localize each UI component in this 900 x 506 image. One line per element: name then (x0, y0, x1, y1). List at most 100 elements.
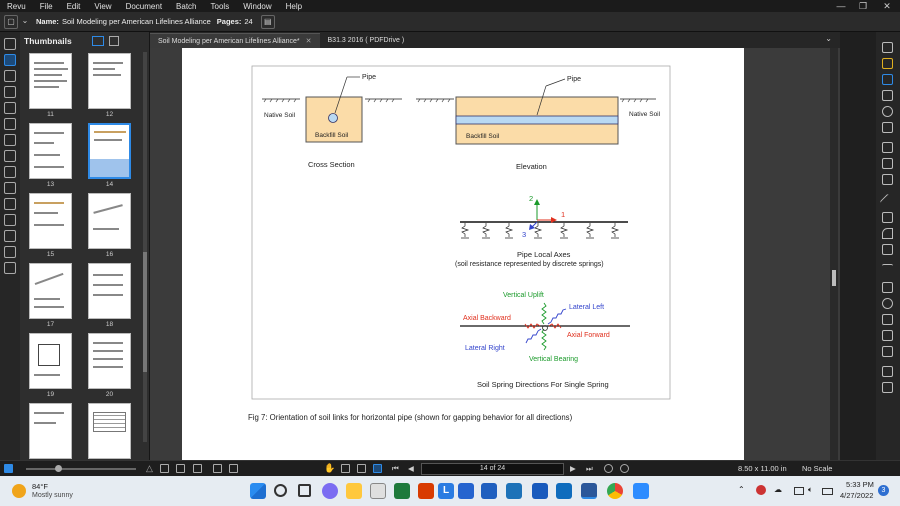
highlight-tool-icon[interactable] (882, 58, 893, 69)
thumbnail-size-icon[interactable] (91, 36, 104, 46)
ellipse-tool-icon[interactable] (882, 298, 893, 309)
menu-tools[interactable]: Tools (204, 2, 237, 11)
stamp-tool-icon[interactable] (882, 90, 893, 101)
lync-icon[interactable]: L (438, 483, 454, 499)
close-tab-icon[interactable]: ✕ (306, 38, 312, 45)
zoom-app-icon[interactable] (633, 483, 649, 499)
image-tool-icon[interactable] (882, 158, 893, 169)
tray-app-icon[interactable] (756, 485, 766, 495)
erase-tool-icon[interactable] (882, 330, 893, 341)
thumbnail-page-22[interactable] (88, 403, 131, 459)
pages-panel-icon[interactable] (4, 54, 16, 66)
outlook-icon[interactable] (556, 483, 572, 499)
chrome-icon[interactable] (607, 483, 623, 499)
thumbnail-page-19[interactable] (29, 333, 72, 389)
settings-icon[interactable] (4, 150, 16, 162)
signatures-icon[interactable] (4, 198, 16, 210)
weather-temperature[interactable]: 84°F (32, 482, 48, 491)
next-page-button[interactable]: ▶ (570, 464, 576, 473)
display-icon[interactable] (794, 487, 804, 495)
battery-icon[interactable] (822, 488, 833, 495)
weather-condition[interactable]: Mostly sunny (32, 492, 73, 499)
pen-tool-icon[interactable] (882, 74, 893, 85)
zoom-tool-icon[interactable] (373, 464, 382, 473)
powerautomate-icon[interactable] (481, 483, 497, 499)
text-box-tool-icon[interactable] (882, 42, 893, 53)
toolchest-icon[interactable] (4, 102, 16, 114)
speaker-icon[interactable]: 🔈︎ (808, 485, 813, 495)
page-indicator[interactable]: 14 of 24 (421, 463, 564, 475)
back-view-icon[interactable] (604, 464, 613, 473)
thumbnail-page-11[interactable] (29, 53, 72, 109)
excel-icon[interactable] (394, 483, 410, 499)
side-by-side-icon[interactable] (193, 464, 202, 473)
sets-icon[interactable] (4, 262, 16, 274)
lasso-tool-icon[interactable] (882, 142, 893, 153)
search-icon[interactable] (4, 246, 16, 258)
continuous-icon[interactable] (176, 464, 185, 473)
snapshot-tool-icon[interactable] (882, 174, 893, 185)
todo-icon[interactable] (458, 483, 474, 499)
document-scrollbar[interactable] (830, 48, 838, 460)
thumbnail-size-slider[interactable] (26, 468, 136, 470)
onenote-icon[interactable] (506, 483, 522, 499)
file-access-icon[interactable] (4, 230, 16, 242)
properties-icon[interactable] (4, 118, 16, 130)
windows-start-icon[interactable] (250, 483, 266, 499)
menu-file[interactable]: File (33, 2, 60, 11)
line-tool-icon[interactable] (879, 193, 896, 210)
split-vertical-icon[interactable] (213, 464, 222, 473)
document-name[interactable]: Soil Modeling per American Lifelines All… (62, 17, 211, 26)
thumbnail-page-14[interactable] (88, 123, 131, 179)
thumbnail-size-slider-knob[interactable] (55, 465, 62, 472)
tray-cloud-icon[interactable]: ☁ (774, 485, 782, 494)
table-tool-icon[interactable] (882, 366, 893, 377)
chevron-down-icon[interactable]: ⌄ (20, 15, 30, 29)
cloud-tool-icon[interactable] (882, 106, 893, 117)
tab-soil-modeling[interactable]: Soil Modeling per American Lifelines All… (150, 33, 320, 48)
office-icon[interactable] (418, 483, 434, 499)
menu-document[interactable]: Document (119, 2, 169, 11)
split-horizontal-icon[interactable] (229, 464, 238, 473)
triangle-icon[interactable]: △ (146, 464, 155, 473)
measurements-icon[interactable] (4, 166, 16, 178)
measure-tool-icon[interactable] (882, 346, 893, 357)
first-page-button[interactable]: ⏮ (392, 464, 399, 474)
links-icon[interactable] (4, 214, 16, 226)
search-icon[interactable] (274, 484, 287, 497)
clock-date[interactable]: 4/27/2022 (840, 491, 873, 500)
task-view-icon[interactable] (298, 484, 311, 497)
forward-view-icon[interactable] (620, 464, 629, 473)
thumbnail-page-15[interactable] (29, 193, 72, 249)
chat-icon[interactable] (322, 483, 338, 499)
store-icon[interactable] (370, 483, 386, 499)
arc-tool-icon[interactable] (882, 228, 893, 239)
list-view-icon[interactable] (4, 464, 13, 473)
prev-page-button[interactable]: ◀ (408, 464, 414, 473)
notification-badge[interactable]: 3 (878, 485, 889, 496)
thumbnail-page-12[interactable] (88, 53, 131, 109)
tray-chevron-up-icon[interactable]: ⌃ (738, 485, 745, 494)
polygon-tool-icon[interactable] (882, 314, 893, 325)
minimize-button[interactable]: — (830, 0, 852, 12)
polyline-tool-icon[interactable] (882, 244, 893, 255)
thumbnail-page-20[interactable] (88, 333, 131, 389)
thumbnail-page-18[interactable] (88, 263, 131, 319)
menu-help[interactable]: Help (279, 2, 309, 11)
thumbnail-page-21[interactable] (29, 403, 72, 459)
pan-tool-icon[interactable]: ✋ (324, 464, 335, 473)
document-icon[interactable]: ▢ (4, 14, 18, 29)
thumbnail-options-icon[interactable] (108, 36, 119, 46)
tab-overflow-icon[interactable]: ⌄ (825, 34, 832, 43)
pdf-page[interactable]: Pipe Native Soil Backfill Soil Cross Sec… (182, 48, 744, 460)
clock-time[interactable]: 5:33 PM (846, 480, 874, 489)
thumbnails-scrollbar[interactable] (143, 52, 147, 442)
menu-batch[interactable]: Batch (169, 2, 203, 11)
restore-button[interactable]: ❐ (852, 0, 874, 12)
last-page-button[interactable]: ⏭ (586, 464, 593, 474)
callout-tool-icon[interactable] (882, 122, 893, 133)
dimension-tool-icon[interactable] (882, 264, 893, 275)
scale-text[interactable]: No Scale (802, 464, 832, 473)
single-page-icon[interactable] (160, 464, 169, 473)
menu-window[interactable]: Window (236, 2, 278, 11)
